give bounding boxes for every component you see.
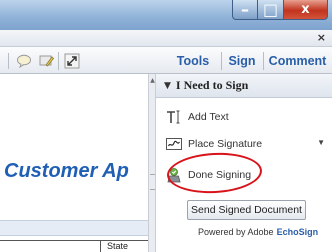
toolbar-separator xyxy=(58,52,59,70)
add-text-item[interactable]: Add Text xyxy=(165,110,229,124)
expand-icon[interactable] xyxy=(63,52,81,70)
highlight-comment-icon[interactable] xyxy=(37,52,55,70)
window-controls: – □ x xyxy=(232,0,328,20)
close-button[interactable]: x xyxy=(284,0,328,20)
chevron-down-icon[interactable]: ▼ xyxy=(317,138,325,147)
place-signature-label: Place Signature xyxy=(188,138,263,150)
scroll-grip[interactable] xyxy=(150,174,155,190)
form-table: State xyxy=(0,240,148,252)
place-signature-item[interactable]: Place Signature ▼ xyxy=(165,137,325,151)
document-title: Customer Ap xyxy=(4,160,129,182)
close-document-button[interactable]: × xyxy=(317,31,326,44)
toolbar-separator xyxy=(8,53,9,69)
panel-header-i-need-to-sign[interactable]: ▼ I Need to Sign xyxy=(156,74,332,98)
window-titlebar: – □ x xyxy=(0,0,332,30)
maximize-button[interactable]: □ xyxy=(258,0,284,20)
table-header-state: State xyxy=(107,241,129,251)
menubar: × xyxy=(0,30,332,47)
form-band xyxy=(0,220,148,236)
annotation-circle xyxy=(166,150,263,196)
minimize-button[interactable]: – xyxy=(232,0,258,20)
document-scrollbar[interactable]: ▲ xyxy=(148,74,156,252)
tab-sign[interactable]: Sign xyxy=(221,47,263,74)
table-divider xyxy=(100,241,101,252)
text-cursor-icon xyxy=(165,110,183,124)
send-signed-document-button[interactable]: Send Signed Document xyxy=(187,200,306,220)
tab-tools[interactable]: Tools xyxy=(165,47,221,74)
comment-bubble-icon[interactable] xyxy=(15,52,33,70)
panel-title: I Need to Sign xyxy=(175,78,249,92)
sign-panel: ▼ I Need to Sign Add Text Place Signatur… xyxy=(156,74,332,252)
toolbar: Tools Sign Comment xyxy=(0,47,332,74)
tab-comment[interactable]: Comment xyxy=(263,47,332,74)
powered-by-footer: Powered by Adobe EchoSign xyxy=(198,227,318,237)
echosign-link[interactable]: EchoSign xyxy=(277,227,319,237)
scroll-up-arrow-icon[interactable]: ▲ xyxy=(149,76,156,85)
collapse-caret-icon: ▼ xyxy=(164,80,171,91)
powered-by-text: Powered by Adobe xyxy=(198,227,274,237)
signature-icon xyxy=(165,137,183,151)
document-view: Customer Ap State xyxy=(0,74,148,252)
add-text-label: Add Text xyxy=(188,111,229,123)
